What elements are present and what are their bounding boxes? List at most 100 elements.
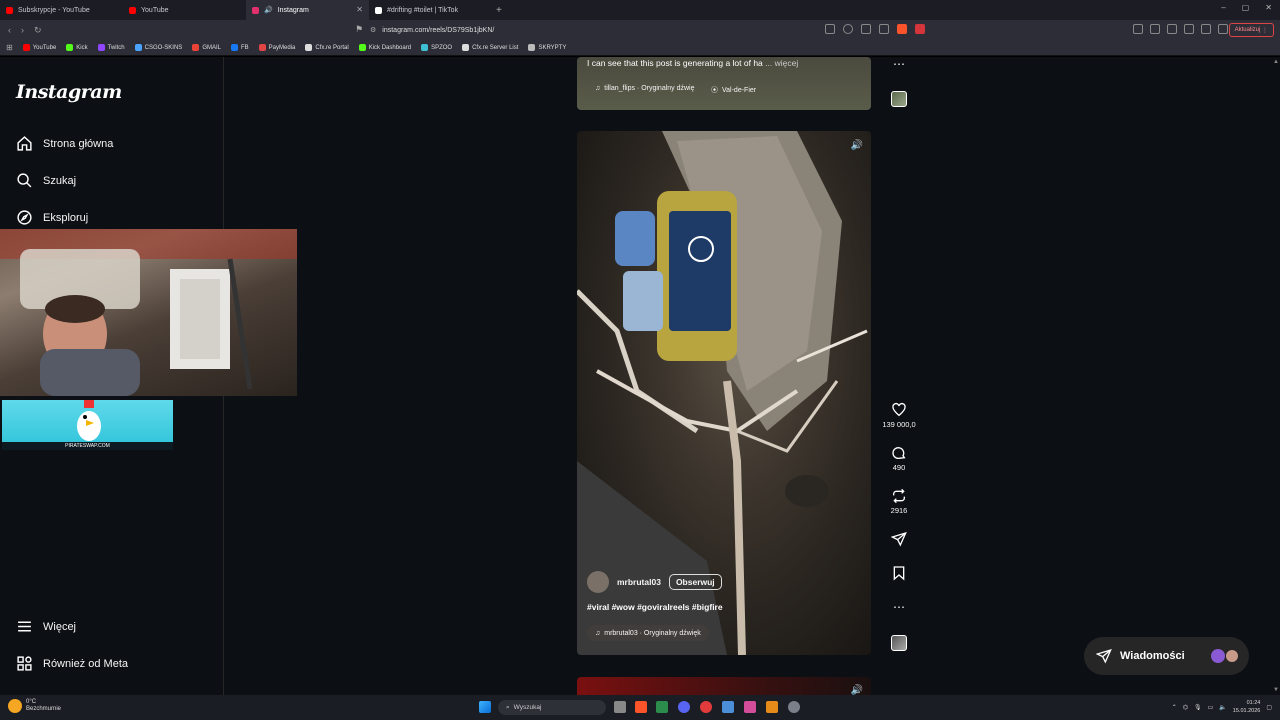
scroll-down-icon[interactable]: ▼ (1273, 687, 1279, 693)
ad-banner[interactable]: PIRATESWAP.COM (2, 400, 173, 450)
weather-widget[interactable]: 0°C Bezchmurnie (8, 699, 61, 713)
bookmark-cfx-server-list[interactable]: Cfx.re Server List (462, 44, 518, 51)
bookmark-label: Kick Dashboard (368, 44, 412, 51)
notifications-icon[interactable]: ▢ (1266, 704, 1272, 711)
more-link[interactable]: ... więcej (765, 58, 798, 68)
bookmark-spzoo[interactable]: SPZOO (421, 44, 452, 51)
editor-app-icon[interactable] (766, 701, 778, 713)
close-tab-icon[interactable]: ✕ (356, 5, 363, 14)
nav-more[interactable]: Więcej (16, 618, 76, 635)
main-reel-video[interactable]: 🔊 mrbrutal03 Obserwuj #viral #wow #govir… (577, 131, 871, 655)
tiktok-favicon-icon (375, 6, 382, 14)
close-window-button[interactable]: ✕ (1265, 3, 1272, 12)
audio-info[interactable]: ♫ mrbrutal03 · Oryginalny dźwięk (587, 625, 709, 641)
start-icon[interactable] (479, 701, 491, 713)
minimize-button[interactable]: – (1221, 3, 1225, 12)
cast-icon[interactable] (825, 24, 835, 34)
bookmark-icon[interactable]: ⚑ (355, 24, 363, 35)
clock[interactable]: 01:24 15.01.2026 (1233, 699, 1261, 715)
new-tab-button[interactable]: + (496, 5, 502, 16)
repost-button[interactable]: 2916 (880, 488, 918, 515)
bookmark-kick-dashboard[interactable]: Kick Dashboard (358, 44, 412, 51)
media-icon[interactable] (1150, 24, 1160, 34)
like-button[interactable]: 139 000,0 (880, 402, 918, 429)
share-icon[interactable] (861, 24, 871, 34)
rewards-icon[interactable] (915, 24, 925, 34)
update-button[interactable]: Aktualizuj ⋮ (1228, 23, 1274, 37)
apps-grid-icon[interactable]: ⊞ (6, 43, 13, 52)
discord-icon[interactable] (678, 701, 690, 713)
audio-info[interactable]: ♫ tillan_flips · Oryginalny dźwię (595, 85, 695, 92)
more-options-icon[interactable]: ⋯ (893, 600, 905, 614)
bookmark-cfx-portal[interactable]: Cfx.re Portal (305, 44, 349, 51)
sidebar-icon[interactable] (1167, 24, 1177, 34)
bookmark-paymedia[interactable]: PayMedia (258, 44, 295, 51)
tab-youtube[interactable]: YouTube (123, 0, 246, 20)
more-options-icon[interactable]: ⋯ (893, 57, 905, 71)
bookmark-gmail[interactable]: GMAIL (192, 44, 221, 51)
taskbar-search[interactable]: ⌕ Wyszukaj (498, 700, 606, 715)
location-tag[interactable]: ⦿ Val-de-Fier (711, 85, 756, 95)
star-icon[interactable] (879, 24, 889, 34)
network-icon[interactable]: ⌬ (1183, 704, 1188, 711)
bookmark-fb[interactable]: FB (231, 44, 249, 51)
streaming-app-icon[interactable] (744, 701, 756, 713)
leo-icon[interactable] (1201, 24, 1211, 34)
follow-button[interactable]: Obserwuj (668, 574, 722, 590)
reel-hashtags[interactable]: #viral #wow #goviralreels #bigfire (587, 602, 723, 612)
volume-icon[interactable]: 🔈 (1219, 704, 1226, 711)
bookmark-csgo-skins[interactable]: CSGO-SKINS (134, 44, 182, 51)
nav-search[interactable]: Szukaj (16, 172, 76, 189)
scroll-up-icon[interactable]: ▲ (1273, 59, 1279, 65)
nav-meta[interactable]: Również od Meta (16, 655, 128, 672)
save-button[interactable] (880, 565, 918, 581)
cfx-icon (305, 44, 313, 51)
reload-icon[interactable]: ↻ (34, 25, 42, 36)
nav-home[interactable]: Strona główna (16, 135, 113, 152)
app-icon[interactable] (700, 701, 712, 713)
xbox-icon[interactable] (656, 701, 668, 713)
avatar[interactable] (587, 571, 609, 593)
wallet-icon[interactable] (1184, 24, 1194, 34)
bookmark-kick[interactable]: Kick (66, 44, 88, 51)
forward-icon[interactable]: › (21, 25, 24, 36)
bookmark-youtube[interactable]: YouTube (22, 44, 56, 51)
chevron-up-icon[interactable]: ⌃ (1172, 704, 1177, 711)
instagram-logo[interactable]: Instagram (16, 81, 122, 103)
send-icon (891, 531, 907, 547)
previous-reel[interactable]: I can see that this post is generating a… (577, 57, 871, 110)
next-reel[interactable]: 🔊 (577, 677, 871, 695)
settings-icon[interactable] (788, 701, 800, 713)
back-icon[interactable]: ‹ (8, 25, 11, 36)
zoom-icon[interactable] (843, 24, 853, 34)
page-scrollbar[interactable]: ▲ ▼ (1272, 57, 1280, 695)
comment-button[interactable]: 490 (880, 445, 918, 472)
display-icon[interactable]: ▭ (1208, 704, 1214, 711)
tab-tiktok[interactable]: #drifting #toilet | TikTok (369, 0, 492, 20)
reel-author: mrbrutal03 Obserwuj (587, 571, 722, 593)
nav-explore[interactable]: Eksploruj (16, 209, 88, 226)
brave-shield-icon[interactable] (897, 24, 907, 34)
bookmark-skrypty[interactable]: SKRYPTY (528, 44, 566, 51)
music-note-icon: ♫ (595, 629, 601, 637)
maximize-button[interactable]: ▢ (1242, 3, 1250, 12)
tab-instagram[interactable]: 🔊 Instagram ✕ (246, 0, 369, 20)
volume-icon[interactable]: 🔊 (851, 685, 863, 695)
microphone-icon[interactable]: 🎙 (1194, 704, 1202, 711)
volume-icon[interactable]: 🔊 (851, 140, 863, 151)
messages-button[interactable]: Wiadomości (1084, 637, 1249, 675)
youtube-icon (22, 44, 30, 51)
task-view-icon[interactable] (614, 701, 626, 713)
share-button[interactable] (880, 531, 918, 547)
bookmark-twitch[interactable]: Twitch (97, 44, 125, 51)
file-explorer-icon[interactable] (722, 701, 734, 713)
site-settings-icon[interactable]: ⚙ (370, 26, 376, 34)
vpn-icon[interactable] (1218, 24, 1228, 34)
audio-thumbnail[interactable] (891, 91, 907, 107)
extensions-icon[interactable] (1133, 24, 1143, 34)
brave-icon[interactable] (635, 701, 647, 713)
tab-subscriptions-youtube[interactable]: Subskrypcje - YouTube (0, 0, 123, 20)
audio-thumbnail[interactable] (891, 635, 907, 651)
nav-explore-label: Eksploruj (43, 211, 89, 224)
username[interactable]: mrbrutal03 (617, 577, 661, 587)
